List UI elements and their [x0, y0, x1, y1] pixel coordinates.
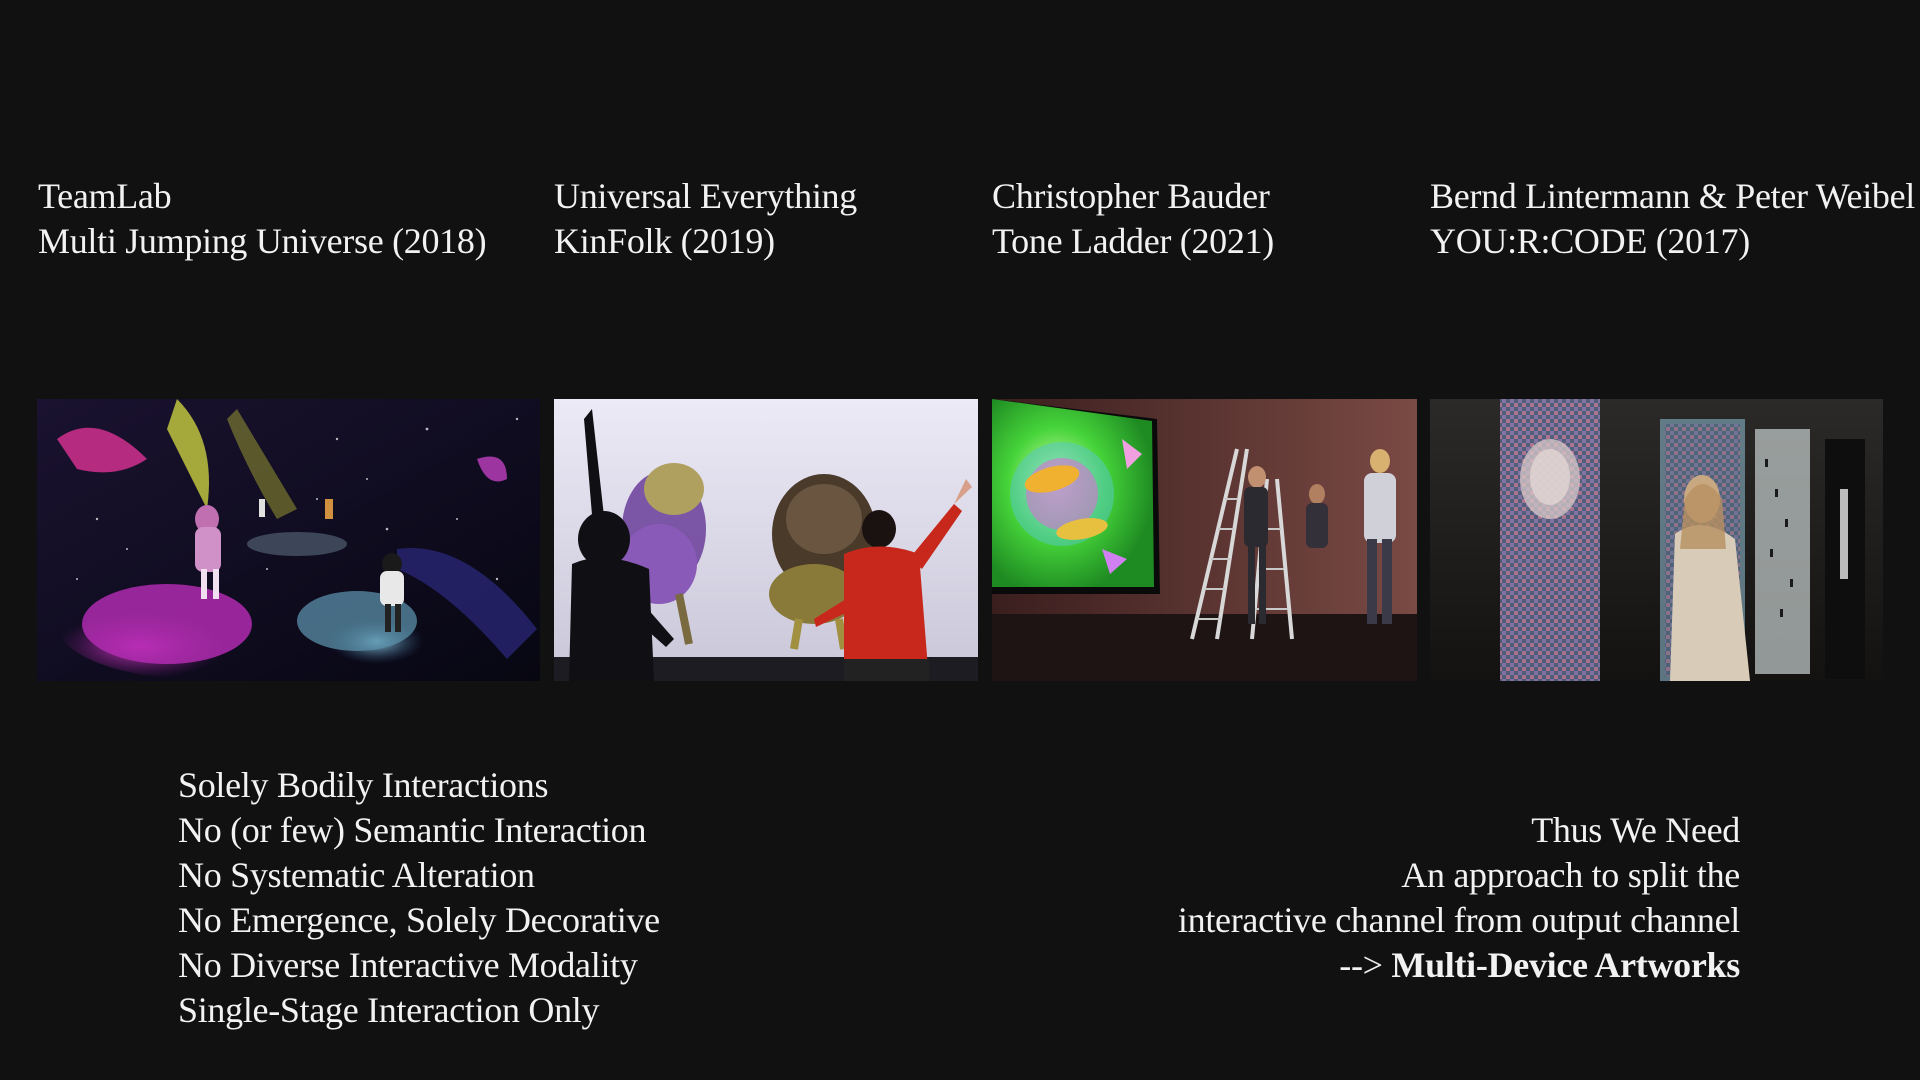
- critique-item: Solely Bodily Interactions: [178, 765, 549, 805]
- artwork-photo-kinfolk: [554, 399, 978, 681]
- artwork-photo-your-code: [1430, 399, 1883, 681]
- artist-name: Bernd Lintermann & Peter Weibel: [1430, 176, 1915, 216]
- artwork-caption-teamlab: TeamLab Multi Jumping Universe (2018): [38, 174, 487, 264]
- critique-item: No Emergence, Solely Decorative: [178, 900, 660, 940]
- arrow-text: -->: [1339, 945, 1383, 985]
- artwork-title: KinFolk (2019): [554, 221, 775, 261]
- critique-item: Single-Stage Interaction Only: [178, 990, 600, 1030]
- artwork-caption-christopher-bauder: Christopher Bauder Tone Ladder (2021): [992, 174, 1274, 264]
- artwork-title: Tone Ladder (2021): [992, 221, 1274, 261]
- artwork-title: Multi Jumping Universe (2018): [38, 221, 487, 261]
- critique-item: No Diverse Interactive Modality: [178, 945, 638, 985]
- artwork-photo-tone-ladder: [992, 399, 1417, 681]
- artwork-title: YOU:R:CODE (2017): [1430, 221, 1750, 261]
- artwork-caption-universal-everything: Universal Everything KinFolk (2019): [554, 174, 857, 264]
- artist-name: Christopher Bauder: [992, 176, 1270, 216]
- artist-name: Universal Everything: [554, 176, 857, 216]
- conclusion-line: interactive channel from output channel: [1177, 900, 1740, 940]
- conclusion-block: Thus We Need An approach to split the in…: [1178, 808, 1740, 988]
- highlight-text: Multi-Device Artworks: [1391, 945, 1740, 985]
- critique-item: No (or few) Semantic Interaction: [178, 810, 647, 850]
- critique-item: No Systematic Alteration: [178, 855, 535, 895]
- artwork-caption-lintermann-weibel: Bernd Lintermann & Peter Weibel YOU:R:CO…: [1430, 174, 1915, 264]
- artist-name: TeamLab: [38, 176, 172, 216]
- critique-list: Solely Bodily Interactions No (or few) S…: [178, 763, 660, 1033]
- artwork-photo-multi-jumping-universe: [37, 399, 540, 681]
- conclusion-highlight-line: --> Multi-Device Artworks: [1178, 943, 1740, 988]
- conclusion-line: An approach to split the: [1401, 855, 1740, 895]
- conclusion-line: Thus We Need: [1531, 810, 1740, 850]
